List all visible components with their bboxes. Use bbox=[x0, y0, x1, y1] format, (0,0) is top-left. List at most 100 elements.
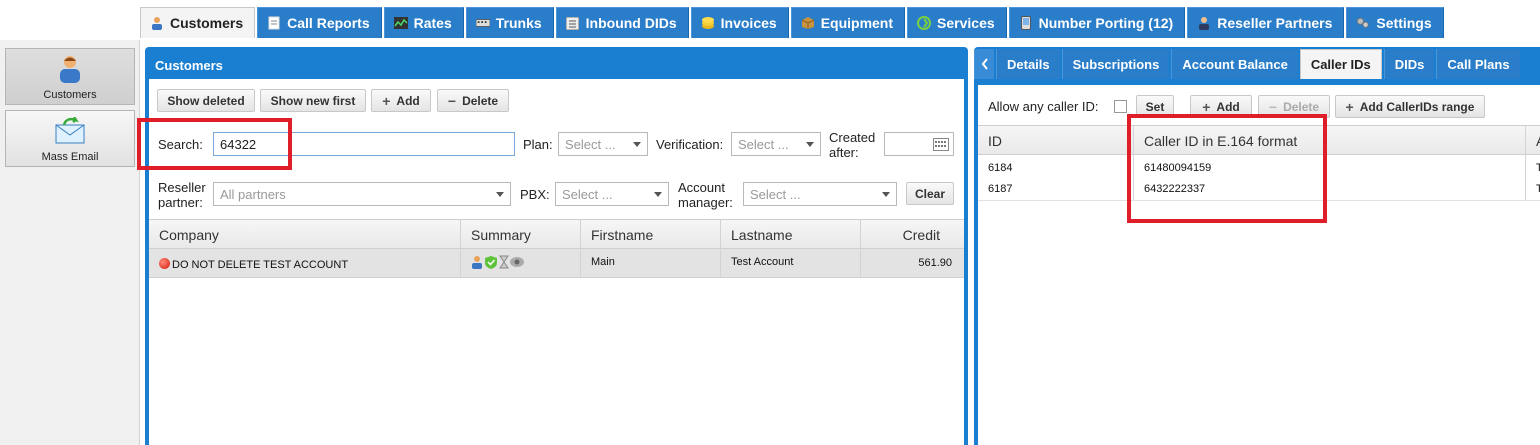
tab-details[interactable]: Details bbox=[996, 49, 1060, 79]
calendar-icon[interactable] bbox=[933, 138, 949, 154]
company-name: DO NOT DELETE TEST ACCOUNT bbox=[172, 259, 349, 271]
table-row[interactable]: DO NOT DELETE TEST ACCOUNT Main Test Acc… bbox=[149, 249, 964, 278]
tab-subscriptions[interactable]: Subscriptions bbox=[1061, 49, 1170, 79]
phone-icon bbox=[1019, 16, 1033, 30]
chevron-down-icon bbox=[806, 142, 814, 147]
tab-label: Number Porting (12) bbox=[1038, 15, 1174, 31]
tab-label: Services bbox=[937, 15, 995, 31]
customer-detail-panel: Details Subscriptions Account Balance Ca… bbox=[974, 47, 1540, 445]
search-highlight-box bbox=[137, 118, 292, 170]
sidebar-item-customers[interactable]: Customers bbox=[5, 48, 135, 105]
plus-icon: + bbox=[1202, 98, 1211, 115]
plan-select[interactable]: Select ... bbox=[558, 132, 648, 156]
minus-icon: − bbox=[1268, 98, 1278, 115]
add-callerids-range-button[interactable]: + Add CallerIDs range bbox=[1335, 95, 1485, 118]
column-summary[interactable]: Summary bbox=[461, 220, 581, 249]
column-company[interactable]: Company bbox=[149, 220, 461, 249]
collapse-left-icon[interactable] bbox=[974, 49, 994, 79]
column-lastname[interactable]: Lastname bbox=[721, 220, 861, 249]
select-value: Select ... bbox=[565, 136, 616, 152]
caller-id-highlight-box bbox=[1127, 114, 1327, 223]
tab-caller-ids[interactable]: Caller IDs bbox=[1299, 49, 1382, 79]
sidebar-item-mass-email[interactable]: Mass Email bbox=[5, 110, 135, 167]
label-line: Account bbox=[678, 180, 725, 195]
reseller-partner-select[interactable]: All partners bbox=[213, 182, 511, 206]
label-line: partner: bbox=[158, 195, 203, 210]
list-icon bbox=[566, 16, 580, 30]
credit-cell: 561.90 bbox=[918, 257, 952, 269]
gear-icon bbox=[1356, 16, 1370, 30]
tab-inbound-dids[interactable]: Inbound DIDs bbox=[555, 7, 689, 38]
tab-label: Inbound DIDs bbox=[585, 15, 677, 31]
verification-select[interactable]: Select ... bbox=[731, 132, 821, 156]
panel-title: Customers bbox=[155, 58, 223, 73]
id-cell: 6187 bbox=[978, 178, 1134, 200]
top-tabs: Customers Call Reports Rates Trunks Inbo… bbox=[140, 7, 1446, 38]
account-manager-select[interactable]: Select ... bbox=[743, 182, 897, 206]
customer-icon bbox=[54, 53, 86, 85]
created-after-date-input[interactable] bbox=[884, 132, 954, 156]
label-line: Reseller bbox=[158, 180, 206, 195]
pbx-label: PBX: bbox=[520, 187, 550, 202]
chevron-down-icon bbox=[654, 192, 662, 197]
summary-cell bbox=[461, 249, 581, 277]
chevron-down-icon bbox=[633, 142, 641, 147]
tab-dids[interactable]: DIDs bbox=[1383, 49, 1435, 79]
delete-customer-button[interactable]: − Delete bbox=[437, 89, 509, 112]
tab-settings[interactable]: Settings bbox=[1346, 7, 1444, 38]
tab-equipment[interactable]: Equipment bbox=[790, 7, 906, 38]
services-icon bbox=[917, 16, 932, 30]
created-after-label: Created after: bbox=[829, 130, 875, 160]
add-customer-button[interactable]: + Add bbox=[371, 89, 431, 112]
tab-customers[interactable]: Customers bbox=[140, 7, 256, 38]
tab-call-reports[interactable]: Call Reports bbox=[257, 7, 382, 38]
plus-icon: + bbox=[1345, 98, 1354, 115]
label-line: after: bbox=[829, 145, 859, 160]
sidebar-item-label: Customers bbox=[43, 89, 97, 101]
tab-call-plans[interactable]: Call Plans bbox=[1436, 49, 1520, 79]
verification-label: Verification: bbox=[656, 137, 724, 152]
shield-icon bbox=[485, 256, 497, 269]
customers-grid-header: Company Summary Firstname Lastname Credi… bbox=[149, 219, 964, 249]
tab-services[interactable]: Services bbox=[907, 7, 1007, 38]
company-cell: DO NOT DELETE TEST ACCOUNT bbox=[149, 249, 461, 277]
left-sidebar: Customers Mass Email bbox=[0, 40, 140, 445]
column-id[interactable]: ID bbox=[978, 126, 1134, 155]
eye-icon bbox=[510, 257, 524, 267]
document-icon bbox=[267, 16, 281, 30]
tab-label: Equipment bbox=[820, 15, 894, 31]
allow-any-caller-id-checkbox[interactable] bbox=[1114, 100, 1127, 113]
column-extra[interactable]: A bbox=[1526, 126, 1540, 155]
allow-any-caller-id-label: Allow any caller ID: bbox=[988, 99, 1099, 114]
tab-label: Call Reports bbox=[287, 15, 370, 31]
clear-button[interactable]: Clear bbox=[906, 182, 954, 205]
button-label: Add bbox=[1216, 99, 1240, 114]
tab-number-porting[interactable]: Number Porting (12) bbox=[1008, 7, 1186, 38]
email-icon bbox=[54, 115, 86, 147]
show-new-first-button[interactable]: Show new first bbox=[260, 89, 366, 112]
top-navigation: Customers Call Reports Rates Trunks Inbo… bbox=[0, 0, 1540, 38]
button-label: Add bbox=[396, 93, 420, 108]
minus-icon: − bbox=[447, 92, 457, 109]
firstname-cell: Main bbox=[581, 249, 721, 277]
select-value: All partners bbox=[220, 186, 286, 202]
status-red-icon bbox=[159, 258, 170, 269]
tab-rates[interactable]: Rates bbox=[383, 7, 464, 38]
detail-tabs: Details Subscriptions Account Balance Ca… bbox=[974, 47, 1540, 79]
tab-invoices[interactable]: Invoices bbox=[690, 7, 789, 38]
label-line: manager: bbox=[678, 195, 733, 210]
tab-label: Customers bbox=[170, 15, 244, 31]
select-value: Select ... bbox=[750, 186, 801, 202]
tab-reseller-partners[interactable]: Reseller Partners bbox=[1187, 7, 1345, 38]
column-credit[interactable]: Credit bbox=[861, 220, 964, 249]
tab-account-balance[interactable]: Account Balance bbox=[1171, 49, 1298, 79]
show-deleted-button[interactable]: Show deleted bbox=[157, 89, 255, 112]
tab-label: Reseller Partners bbox=[1217, 15, 1333, 31]
pbx-select[interactable]: Select ... bbox=[555, 182, 669, 206]
button-label: Add CallerIDs range bbox=[1359, 99, 1475, 114]
column-firstname[interactable]: Firstname bbox=[581, 220, 721, 249]
reseller-partner-label: Reseller partner: bbox=[158, 180, 206, 210]
tab-trunks[interactable]: Trunks bbox=[465, 7, 554, 38]
box-icon bbox=[801, 16, 815, 30]
select-value: Select ... bbox=[562, 186, 613, 202]
